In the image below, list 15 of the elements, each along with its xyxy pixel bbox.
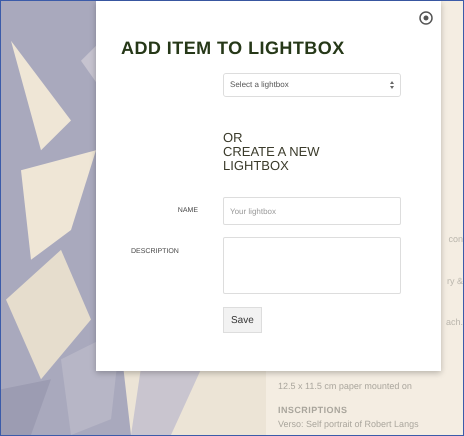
create-heading: OR CREATE A NEW LIGHTBOX	[223, 131, 320, 173]
background-text: con	[448, 233, 463, 246]
select-value: Select a lightbox	[230, 79, 289, 91]
close-icon[interactable]	[419, 11, 433, 25]
save-button[interactable]: Save	[223, 307, 262, 333]
dialog-title: ADD ITEM TO LIGHTBOX	[121, 37, 345, 60]
background-text: ach.	[446, 316, 463, 329]
background-text: ry &	[446, 274, 463, 288]
select-arrows-icon	[390, 81, 394, 89]
detail-text: 12.5 x 11.5 cm paper mounted on	[278, 380, 413, 393]
description-field[interactable]	[223, 237, 401, 294]
detail-text: Verso: Self portrait of Robert Langs	[278, 418, 419, 431]
name-field[interactable]: Your lightbox	[223, 197, 401, 225]
section-heading: INSCRIPTIONS	[278, 404, 348, 417]
lightbox-select[interactable]: Select a lightbox	[223, 73, 401, 97]
